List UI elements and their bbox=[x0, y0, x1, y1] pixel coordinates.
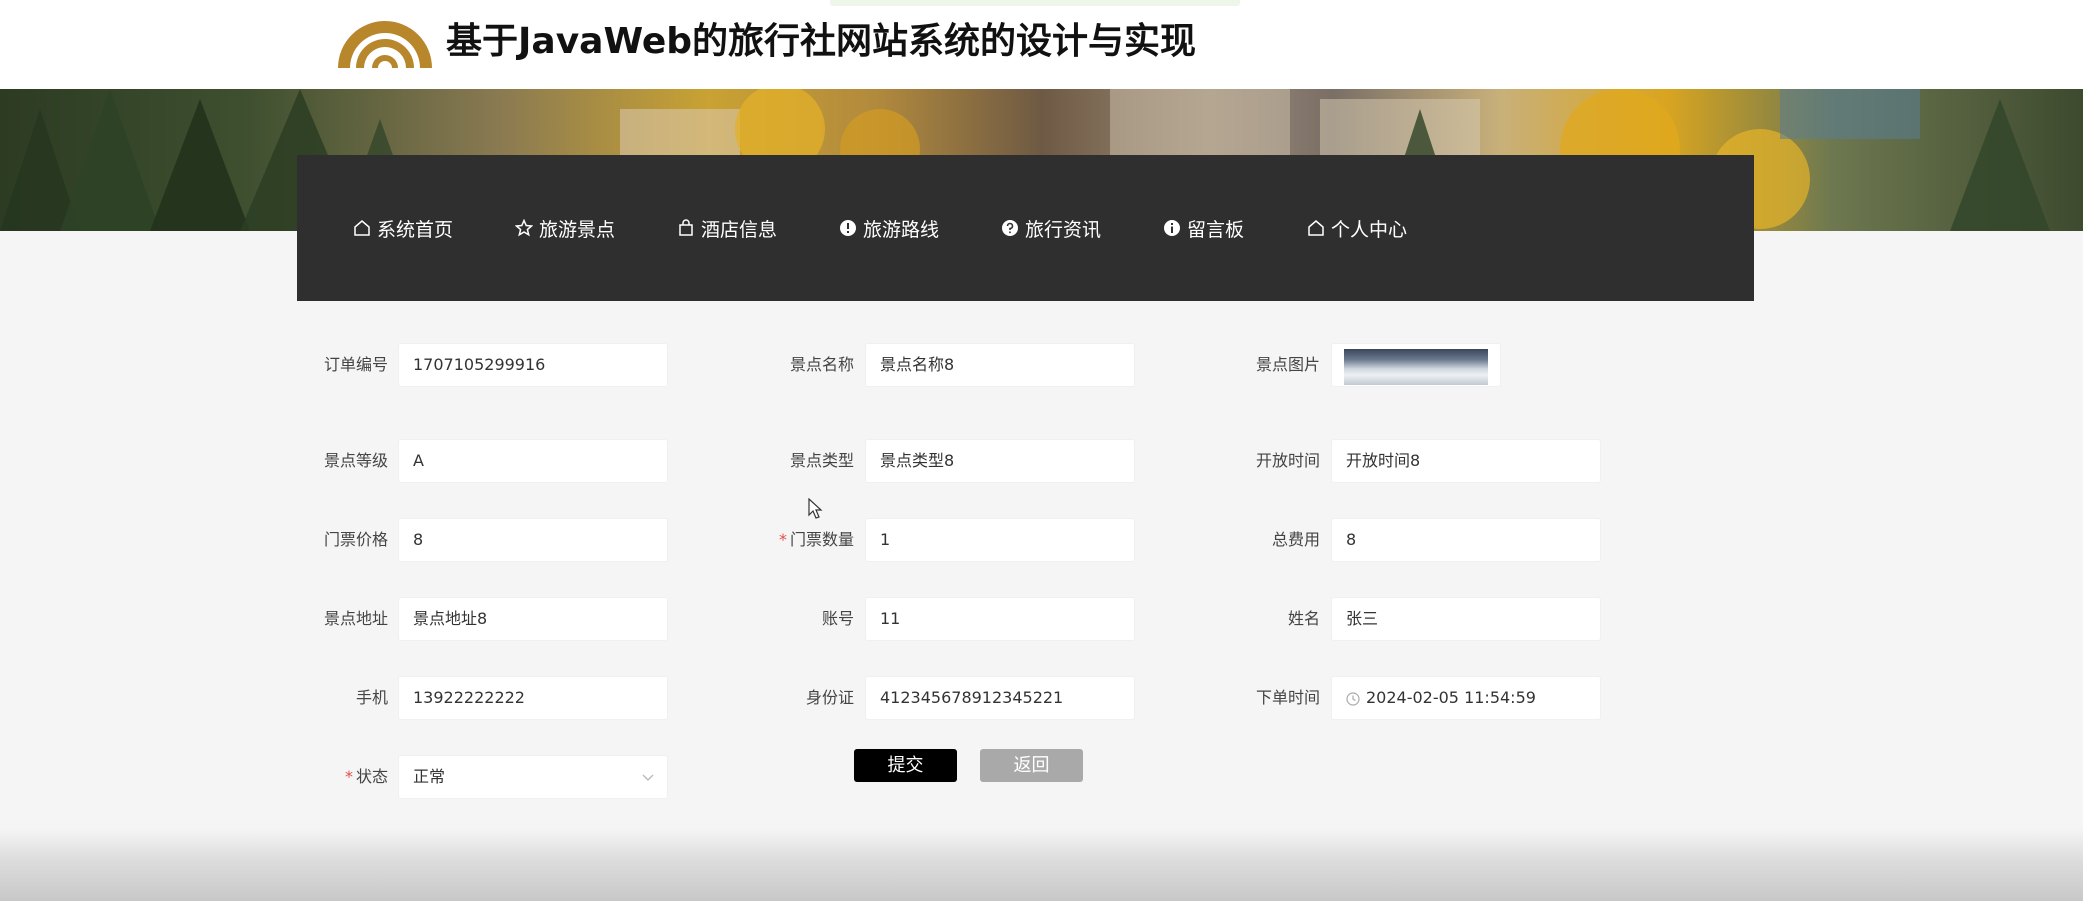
site-title: 基于JavaWeb的旅行社网站系统的设计与实现 bbox=[446, 21, 1197, 62]
submit-button[interactable]: 提交 bbox=[854, 749, 957, 782]
spot-type-input[interactable]: 景点类型8 bbox=[865, 439, 1135, 483]
order-no-label: 订单编号 bbox=[323, 355, 388, 374]
footer-shadow bbox=[0, 828, 2083, 901]
required-mark: * bbox=[778, 530, 787, 549]
nav-item-label: 酒店信息 bbox=[701, 218, 778, 241]
id-card-label: 身份证 bbox=[805, 688, 854, 707]
status-select[interactable]: 正常 bbox=[398, 755, 668, 799]
spot-level-label: 景点等级 bbox=[323, 451, 388, 470]
name-input[interactable]: 张三 bbox=[1331, 597, 1601, 641]
order-no-input[interactable]: 1707105299916 bbox=[398, 343, 668, 387]
id-card-input[interactable]: 412345678912345221 bbox=[865, 676, 1135, 720]
status-label: * 状态 bbox=[290, 755, 388, 799]
total-cost-label: 总费用 bbox=[1271, 530, 1320, 549]
spot-address-label: 景点地址 bbox=[323, 609, 388, 628]
spot-level-input[interactable]: A bbox=[398, 439, 668, 483]
star-icon bbox=[515, 219, 533, 237]
account-input[interactable]: 11 bbox=[865, 597, 1135, 641]
site-header: 基于JavaWeb的旅行社网站系统的设计与实现 bbox=[0, 0, 2083, 89]
nav-item-home[interactable]: 系统首页 bbox=[353, 155, 453, 301]
status-label-text: 状态 bbox=[355, 767, 388, 786]
spot-address-input[interactable]: 景点地址8 bbox=[398, 597, 668, 641]
question-circle-icon bbox=[1002, 220, 1018, 236]
account-label: 账号 bbox=[821, 609, 854, 628]
order-time-value: 2024-02-05 11:54:59 bbox=[1366, 688, 1536, 707]
nav-item-label: 旅游路线 bbox=[863, 218, 940, 241]
nav-item-label: 系统首页 bbox=[377, 218, 454, 241]
required-mark: * bbox=[344, 767, 353, 786]
nav-item-label: 旅游景点 bbox=[539, 218, 616, 241]
chevron-down-icon bbox=[642, 774, 654, 781]
nav-item-routes[interactable]: 旅游路线 bbox=[839, 155, 939, 301]
ticket-qty-label-text: 门票数量 bbox=[789, 530, 854, 549]
spot-image-label: 景点图片 bbox=[1255, 355, 1320, 374]
name-label: 姓名 bbox=[1287, 609, 1320, 628]
ticket-qty-label: * 门票数量 bbox=[756, 518, 854, 562]
home-icon bbox=[1308, 220, 1324, 236]
mouse-cursor-icon bbox=[808, 498, 823, 519]
info-circle-icon bbox=[1164, 220, 1180, 236]
total-cost-input[interactable]: 8 bbox=[1331, 518, 1601, 562]
phone-label: 手机 bbox=[355, 688, 388, 707]
nav-item-label: 旅行资讯 bbox=[1025, 218, 1102, 241]
spot-image-thumbnail bbox=[1344, 349, 1488, 385]
nav-item-attractions[interactable]: 旅游景点 bbox=[515, 155, 615, 301]
ticket-price-label: 门票价格 bbox=[323, 530, 388, 549]
order-time-label: 下单时间 bbox=[1255, 688, 1320, 707]
ticket-qty-input[interactable]: 1 bbox=[865, 518, 1135, 562]
nav-item-news[interactable]: 旅行资讯 bbox=[1001, 155, 1101, 301]
status-select-value: 正常 bbox=[413, 767, 446, 786]
spot-name-label: 景点名称 bbox=[789, 355, 854, 374]
home-icon bbox=[354, 220, 370, 236]
phone-input[interactable]: 13922222222 bbox=[398, 676, 668, 720]
bag-icon bbox=[679, 219, 693, 236]
exclamation-circle-icon bbox=[840, 220, 856, 236]
spot-name-input[interactable]: 景点名称8 bbox=[865, 343, 1135, 387]
spot-type-label: 景点类型 bbox=[789, 451, 854, 470]
nav-item-label: 留言板 bbox=[1187, 218, 1245, 241]
nav-item-label: 个人中心 bbox=[1331, 218, 1408, 241]
toast-strip bbox=[830, 0, 1240, 6]
logo-icon bbox=[338, 21, 432, 68]
nav-item-profile[interactable]: 个人中心 bbox=[1307, 155, 1407, 301]
open-time-label: 开放时间 bbox=[1255, 451, 1320, 470]
spot-image[interactable] bbox=[1331, 343, 1501, 387]
nav-item-hotels[interactable]: 酒店信息 bbox=[677, 155, 777, 301]
clock-icon bbox=[1346, 691, 1360, 706]
order-time-input[interactable]: 2024-02-05 11:54:59 bbox=[1331, 676, 1601, 720]
nav-item-messages[interactable]: 留言板 bbox=[1163, 155, 1244, 301]
back-button[interactable]: 返回 bbox=[980, 749, 1083, 782]
open-time-input[interactable]: 开放时间8 bbox=[1331, 439, 1601, 483]
ticket-price-input[interactable]: 8 bbox=[398, 518, 668, 562]
main-nav: 系统首页 旅游景点 酒店信息 旅游路线 旅行资讯 留言板 个人中心 bbox=[297, 155, 1754, 301]
